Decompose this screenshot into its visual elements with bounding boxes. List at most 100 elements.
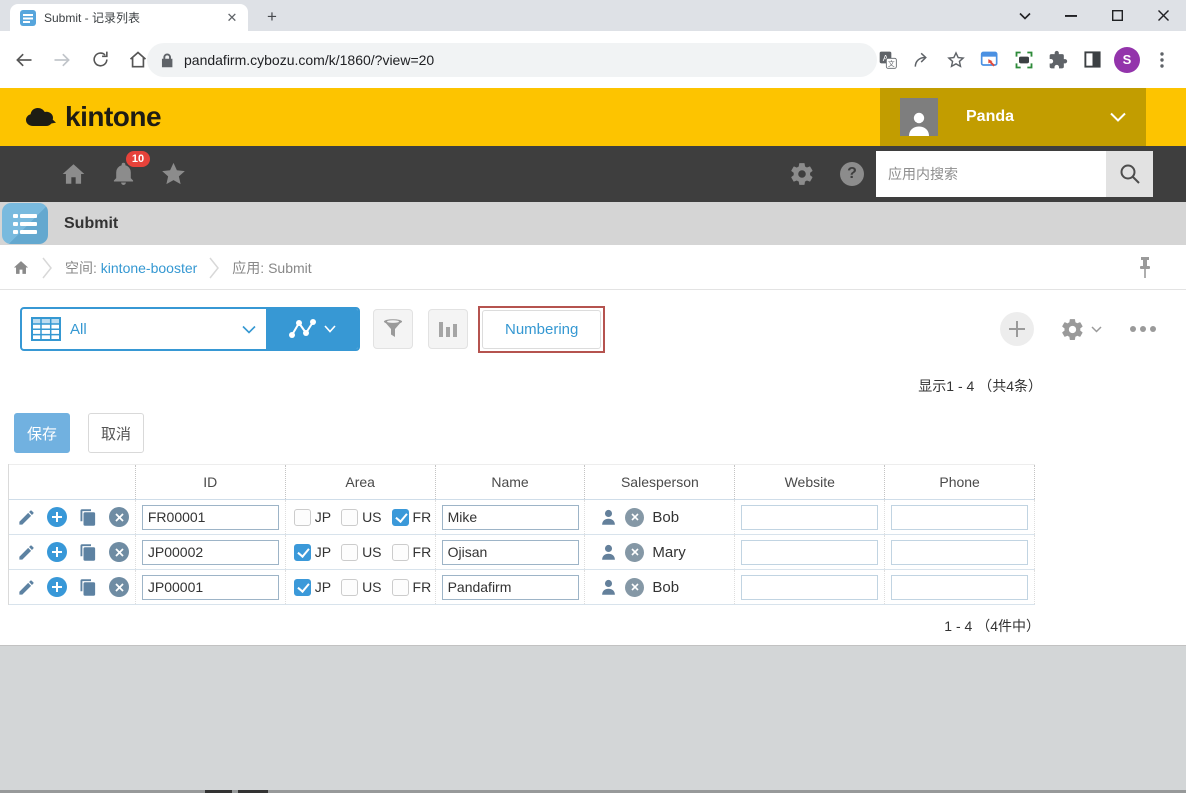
new-tab-button[interactable]: +: [262, 7, 282, 27]
app-search-button[interactable]: [1106, 151, 1153, 197]
website-input[interactable]: [741, 505, 878, 530]
chart-button[interactable]: [428, 309, 468, 349]
close-window-button[interactable]: [1140, 0, 1186, 31]
breadcrumb-space-item[interactable]: 空间: kintone-booster: [65, 258, 197, 278]
edit-record-icon[interactable]: [16, 507, 36, 527]
favorites-star-icon[interactable]: [158, 159, 188, 189]
address-bar[interactable]: pandafirm.cybozu.com/k/1860/?view=20: [147, 43, 877, 77]
area-checkbox-us[interactable]: US: [341, 509, 381, 526]
website-input[interactable]: [741, 540, 878, 565]
duplicate-row-icon[interactable]: [78, 507, 98, 527]
pin-icon[interactable]: [1138, 257, 1152, 278]
back-button[interactable]: [12, 48, 36, 72]
id-input[interactable]: [142, 575, 279, 600]
checkbox-label: US: [362, 544, 381, 560]
graph-view-button[interactable]: [266, 309, 358, 349]
area-checkbox-fr[interactable]: FR: [392, 579, 432, 596]
app-search-input[interactable]: [876, 151, 1106, 197]
remove-row-icon[interactable]: [109, 577, 129, 597]
insert-row-icon[interactable]: [47, 542, 67, 562]
theme-extension-icon[interactable]: [1080, 48, 1104, 72]
save-button[interactable]: 保存: [14, 413, 70, 453]
checkbox-box: [392, 544, 409, 561]
add-record-button[interactable]: [1000, 312, 1034, 346]
salesperson-name: Bob: [652, 509, 679, 526]
duplicate-row-icon[interactable]: [78, 542, 98, 562]
window-picker-extension-icon[interactable]: [978, 48, 1002, 72]
more-options-button[interactable]: [1130, 326, 1156, 332]
insert-row-icon[interactable]: [47, 507, 67, 527]
bar-chart-icon: [438, 319, 458, 339]
svg-text:文: 文: [888, 58, 895, 67]
breadcrumb-app-item: 应用: Submit: [232, 258, 311, 278]
name-input[interactable]: [442, 540, 579, 565]
checkbox-label: JP: [315, 509, 331, 525]
user-menu[interactable]: Panda: [880, 88, 1146, 146]
salesperson-remove-icon[interactable]: [625, 578, 644, 597]
name-input[interactable]: [442, 505, 579, 530]
id-input[interactable]: [142, 505, 279, 530]
table-row: JP US FR Bob: [9, 500, 1035, 535]
area-checkbox-us[interactable]: US: [341, 544, 381, 561]
remove-row-icon[interactable]: [109, 507, 129, 527]
salesperson-remove-icon[interactable]: [625, 508, 644, 527]
website-input[interactable]: [741, 575, 878, 600]
name-input[interactable]: [442, 575, 579, 600]
notification-bell-icon[interactable]: 10: [108, 159, 138, 189]
portal-home-icon[interactable]: [58, 159, 88, 189]
breadcrumb-chevron-icon: [209, 256, 220, 280]
duplicate-row-icon[interactable]: [78, 577, 98, 597]
settings-gear-icon[interactable]: [789, 161, 815, 187]
remove-row-icon[interactable]: [109, 542, 129, 562]
insert-row-icon[interactable]: [47, 577, 67, 597]
cancel-button[interactable]: 取消: [88, 413, 144, 453]
translate-icon[interactable]: A文: [876, 48, 900, 72]
salesperson-user-icon: [600, 578, 617, 596]
view-toolbar: All Numbering: [20, 305, 1156, 353]
browser-tab[interactable]: Submit - 记录列表 ✕: [10, 4, 248, 31]
screen-capture-extension-icon[interactable]: [1012, 48, 1036, 72]
forward-button[interactable]: [50, 48, 74, 72]
checkbox-box: [294, 544, 311, 561]
phone-input[interactable]: [891, 540, 1028, 565]
checkbox-label: US: [362, 579, 381, 595]
profile-avatar[interactable]: S: [1114, 47, 1140, 73]
area-checkbox-fr[interactable]: FR: [392, 544, 432, 561]
kintone-logo[interactable]: kintone: [24, 88, 161, 146]
area-checkbox-jp[interactable]: JP: [294, 579, 331, 596]
area-checkbox-jp[interactable]: JP: [294, 509, 331, 526]
salesperson-remove-icon[interactable]: [625, 543, 644, 562]
breadcrumb-home-icon[interactable]: [12, 259, 30, 276]
view-settings-button[interactable]: [1060, 317, 1102, 342]
checkbox-label: JP: [315, 579, 331, 595]
browser-menu-kebab-icon[interactable]: [1150, 48, 1174, 72]
maximize-button[interactable]: [1094, 0, 1140, 31]
bookmark-star-icon[interactable]: [944, 48, 968, 72]
reload-button[interactable]: [88, 48, 112, 72]
extensions-puzzle-icon[interactable]: [1046, 48, 1070, 72]
area-checkbox-fr[interactable]: FR: [392, 509, 432, 526]
view-selector[interactable]: All: [20, 307, 360, 351]
edit-record-icon[interactable]: [16, 577, 36, 597]
tab-search-chevron-icon[interactable]: [1002, 0, 1048, 31]
space-link[interactable]: kintone-booster: [101, 260, 198, 276]
area-checkbox-jp[interactable]: JP: [294, 544, 331, 561]
graph-chevron-down-icon: [324, 325, 336, 333]
kintone-favicon-icon: [20, 10, 36, 26]
id-input[interactable]: [142, 540, 279, 565]
hamburger-menu-icon[interactable]: [8, 159, 38, 189]
app-icon[interactable]: [2, 203, 48, 244]
table-row: JP US FR Mary: [9, 535, 1035, 570]
edit-record-icon[interactable]: [16, 542, 36, 562]
minimize-button[interactable]: [1048, 0, 1094, 31]
phone-input[interactable]: [891, 575, 1028, 600]
phone-input[interactable]: [891, 505, 1028, 530]
filter-button[interactable]: [373, 309, 413, 349]
numbering-button[interactable]: Numbering: [482, 310, 601, 349]
share-icon[interactable]: [910, 48, 934, 72]
area-checkbox-us[interactable]: US: [341, 579, 381, 596]
tab-title: Submit - 记录列表: [44, 9, 224, 26]
help-icon[interactable]: ?: [840, 162, 864, 186]
checkbox-label: FR: [413, 579, 432, 595]
tab-close-icon[interactable]: ✕: [224, 10, 240, 26]
